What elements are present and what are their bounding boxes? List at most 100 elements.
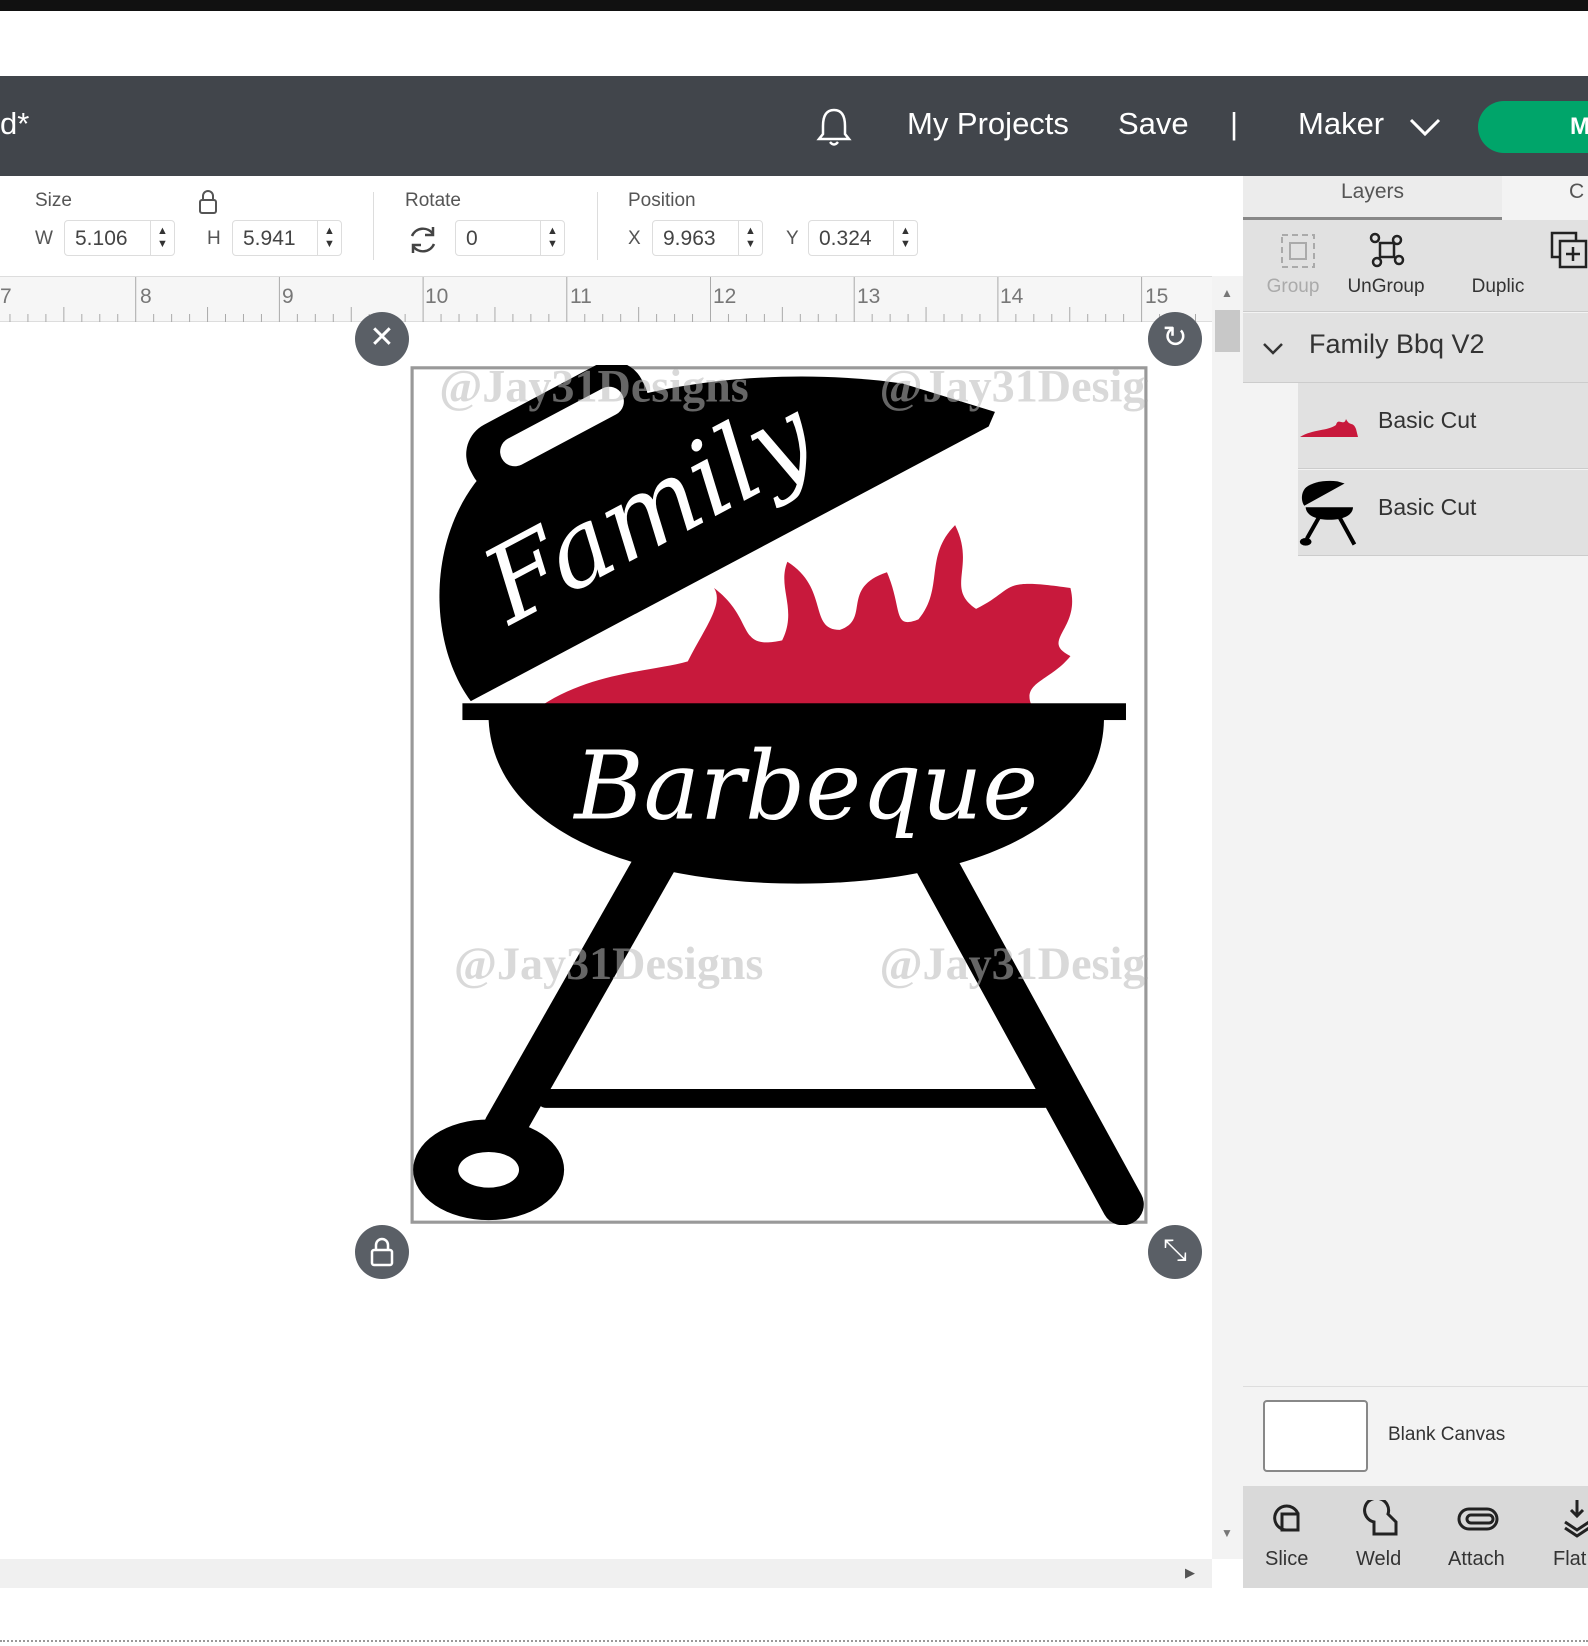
bell-icon[interactable]: [815, 106, 853, 148]
h-label: H: [207, 228, 221, 250]
save-button[interactable]: Save: [1118, 106, 1189, 142]
close-icon: ✕: [369, 321, 394, 354]
y-input[interactable]: 0.324 ▲▼: [808, 220, 918, 256]
x-input[interactable]: 9.963 ▲▼: [652, 220, 763, 256]
weld-button[interactable]: Weld: [1356, 1548, 1401, 1571]
duplicate-button[interactable]: Duplic: [1443, 276, 1553, 298]
header-separator: |: [1230, 106, 1238, 142]
attach-button[interactable]: Attach: [1448, 1548, 1505, 1571]
tab-layers[interactable]: Layers: [1243, 176, 1502, 220]
attach-icon: [1456, 1504, 1500, 1534]
ruler-number: 9: [282, 285, 294, 309]
family-bbq-design[interactable]: Family Barbeque @Jay31Designs @Jay31Desi…: [410, 365, 1148, 1225]
flames-thumbnail: [1298, 407, 1360, 443]
duplicate-label: Duplic: [1472, 276, 1525, 297]
grill-legs: [504, 861, 1122, 1205]
resize-handle[interactable]: ⤡: [1148, 1225, 1202, 1279]
scroll-down-arrow[interactable]: ▼: [1221, 1526, 1233, 1540]
layer-item-grill[interactable]: Basic Cut: [1298, 470, 1588, 556]
layer-item-flames[interactable]: Basic Cut: [1298, 383, 1588, 469]
chevron-down-icon[interactable]: [1408, 116, 1442, 138]
ruler-number: 11: [570, 285, 592, 309]
ungroup-icon: [1367, 230, 1407, 270]
ruler-number: 10: [425, 285, 448, 309]
scroll-right-arrow[interactable]: ▶: [1185, 1565, 1195, 1581]
watermark: @Jay31Designs: [880, 938, 1148, 989]
project-title: d*: [0, 106, 29, 142]
machine-select[interactable]: Maker: [1298, 106, 1384, 142]
app-header: d* My Projects Save | Maker: [0, 76, 1588, 176]
scroll-thumb[interactable]: [1215, 310, 1240, 352]
width-input[interactable]: 5.106 ▲▼: [64, 220, 175, 256]
blank-canvas-swatch[interactable]: [1263, 1400, 1368, 1472]
grill-rim: [462, 703, 1126, 720]
layer-group-family-bbq[interactable]: Family Bbq V2: [1243, 313, 1588, 383]
chevron-down-icon[interactable]: [1261, 341, 1285, 357]
watermark: @Jay31Designs: [880, 365, 1148, 411]
layer-label: Basic Cut: [1378, 494, 1476, 521]
vertical-scrollbar[interactable]: ▲ ▼: [1212, 276, 1243, 1559]
divider: [373, 192, 374, 260]
lock-icon: [355, 1225, 409, 1279]
edit-toolbar: Size W 5.106 ▲▼ H 5.941 ▲▼ Rotate 0 ▲▼ Posi…: [0, 176, 1243, 276]
group-label: Group: [1267, 276, 1320, 297]
slice-button[interactable]: Slice: [1265, 1548, 1308, 1571]
height-input[interactable]: 5.941 ▲▼: [232, 220, 342, 256]
duplicate-icon: [1549, 230, 1588, 270]
ruler-number: 15: [1145, 285, 1168, 309]
ruler-number: 8: [140, 285, 152, 309]
height-value: 5.941: [243, 227, 296, 250]
ruler-number: 7: [0, 285, 12, 309]
slice-icon: [1268, 1500, 1308, 1540]
lock-handle[interactable]: [355, 1225, 409, 1279]
watermark: @Jay31Designs: [454, 938, 763, 989]
horizontal-ruler: 7 8 9 10 11 12 13 14 15: [0, 276, 1212, 322]
divider: [597, 192, 598, 260]
barbeque-text: Barbeque: [572, 732, 1038, 842]
size-label: Size: [35, 190, 72, 212]
rotate-label: Rotate: [405, 190, 461, 212]
resize-icon: ⤡: [1163, 1234, 1187, 1267]
layer-tools-row: Group UnGroup Duplic: [1243, 220, 1588, 312]
ruler-number: 13: [857, 285, 880, 309]
layer-label: Basic Cut: [1378, 407, 1476, 434]
rotate-icon: ↻: [1162, 321, 1187, 354]
flatten-button[interactable]: Flat: [1553, 1548, 1586, 1571]
scroll-up-arrow[interactable]: ▲: [1221, 286, 1233, 300]
ungroup-label: UnGroup: [1347, 276, 1424, 297]
y-value: 0.324: [819, 227, 872, 250]
delete-handle[interactable]: ✕: [355, 312, 409, 366]
rotate-value: 0: [466, 227, 478, 250]
blank-canvas-label: Blank Canvas: [1388, 1424, 1505, 1446]
rotate-stepper[interactable]: ▲▼: [540, 221, 564, 255]
horizontal-scrollbar[interactable]: ▶: [0, 1559, 1212, 1588]
ruler-ticks: [0, 277, 1212, 323]
rotate-input[interactable]: 0 ▲▼: [455, 220, 565, 256]
watermark: @Jay31Designs: [439, 365, 748, 411]
x-value: 9.963: [663, 227, 716, 250]
rotate-handle[interactable]: ↻: [1148, 312, 1202, 366]
bottom-tools: Slice Weld Attach Flat: [1243, 1486, 1588, 1588]
make-it-button[interactable]: M: [1478, 101, 1588, 153]
w-label: W: [35, 228, 53, 250]
lock-ratio-icon[interactable]: [196, 188, 220, 216]
ruler-number: 14: [1000, 285, 1023, 309]
tab-color-sync[interactable]: C: [1569, 180, 1584, 204]
weld-icon: [1360, 1500, 1400, 1540]
grill-thumbnail: [1298, 480, 1358, 546]
width-stepper[interactable]: ▲▼: [150, 221, 174, 255]
my-projects-link[interactable]: My Projects: [907, 106, 1069, 142]
bottom-dotted-border: [0, 1640, 1588, 1642]
divider: [1243, 1386, 1588, 1387]
height-stepper[interactable]: ▲▼: [317, 221, 341, 255]
grill-wheel-hub: [458, 1152, 519, 1188]
x-stepper[interactable]: ▲▼: [738, 221, 762, 255]
group-name: Family Bbq V2: [1309, 329, 1485, 360]
width-value: 5.106: [75, 227, 128, 250]
y-stepper[interactable]: ▲▼: [893, 221, 917, 255]
position-label: Position: [628, 190, 696, 212]
top-border: [0, 0, 1588, 11]
ungroup-button[interactable]: UnGroup: [1331, 276, 1441, 298]
rotate-icon[interactable]: [406, 223, 440, 257]
flatten-icon: [1563, 1498, 1588, 1540]
